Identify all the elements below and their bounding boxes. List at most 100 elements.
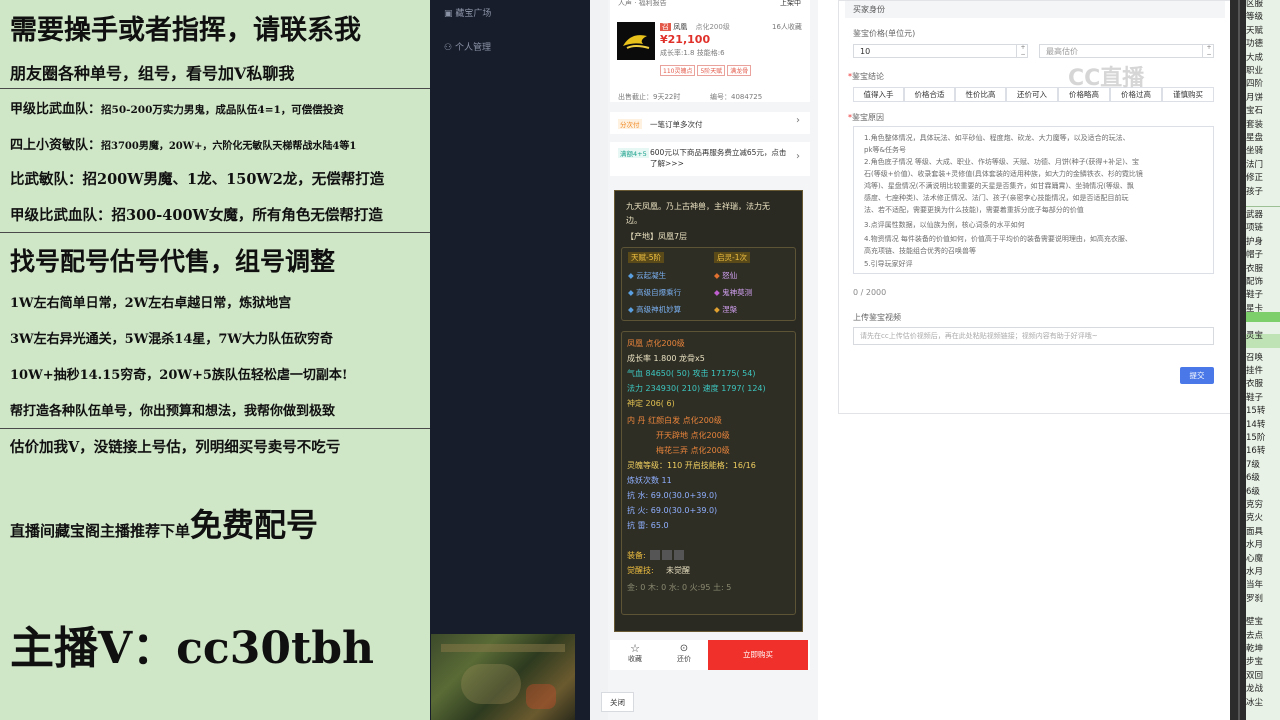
seller-info: 人声 · 福利报告 [618, 0, 667, 7]
discount-row[interactable]: 满额4+5 600元以下商品再服务费立减65元，点击了解>>> › [610, 142, 810, 176]
sheet-cell[interactable]: 7级 [1246, 458, 1260, 470]
sheet-cell[interactable]: 鞋子 [1246, 391, 1263, 403]
sheet-cell[interactable]: 乾坤 [1246, 642, 1263, 654]
conclusion-chip[interactable]: 谨慎购买 [1162, 87, 1214, 102]
awaken-label: 觉醒技: [627, 566, 654, 575]
sheet-cell[interactable]: 法门 [1246, 158, 1263, 170]
sheet-cell[interactable]: 心魔 [1246, 552, 1263, 564]
reason-label: *鉴宝原因 [848, 112, 884, 123]
conclusion-chip[interactable]: 价格合适 [904, 87, 955, 102]
sheet-cell[interactable]: 克火 [1246, 511, 1263, 523]
sheet-cell[interactable]: 区服 [1246, 0, 1263, 9]
game-scene [526, 684, 556, 709]
sheet-cell[interactable]: 功德 [1246, 37, 1263, 49]
sheet-cell[interactable]: 水月 [1246, 565, 1263, 577]
max-price-input[interactable]: 最高估价 [1039, 44, 1214, 58]
placeholder-line: 高充项链、技能组合优秀的召唤兽等 [864, 247, 976, 255]
sheet-cell[interactable]: 星盘 [1246, 131, 1263, 143]
sheet-cell[interactable]: 水月 [1246, 538, 1263, 550]
conclusion-chip[interactable]: 值得入手 [853, 87, 904, 102]
divider [0, 232, 430, 233]
close-button[interactable]: 关闭 [601, 692, 634, 712]
sheet-cell[interactable]: 护身 [1246, 235, 1263, 247]
sheet-cell[interactable]: 壁宝 [1246, 615, 1263, 627]
sidebar-item-personal[interactable]: ⚇ 个人管理 [444, 40, 491, 53]
sheet-cell[interactable]: 面具 [1246, 525, 1263, 537]
sheet-cell[interactable]: 项链 [1246, 221, 1263, 233]
bargain-label: 还价 [677, 655, 691, 663]
sidebar-item-square[interactable]: ▣ 藏宝广场 [444, 6, 491, 19]
sheet-cell[interactable]: 衣服 [1246, 377, 1263, 389]
char-counter: 0 / 2000 [853, 288, 887, 297]
chevron-right-icon: › [796, 151, 800, 162]
sheet-cell[interactable]: 坐骑 [1246, 144, 1263, 156]
sheet-cell[interactable]: 职业 [1246, 64, 1263, 76]
promo-line-head: 四上小资敏队： [10, 138, 102, 153]
stat-calm: 神定 206( 6) [627, 399, 675, 408]
sheet-cell[interactable]: 15阶 [1246, 431, 1265, 443]
sheet-cell[interactable]: 16转 [1246, 444, 1265, 456]
sheet-cell[interactable]: 大成 [1246, 51, 1263, 63]
sheet-cell[interactable]: 召唤 [1246, 351, 1263, 363]
sheet-cell[interactable]: 当年 [1246, 578, 1263, 590]
sheet-cell[interactable]: 套装 [1246, 118, 1263, 130]
sheet-cell[interactable]: 等级 [1246, 10, 1263, 22]
price: ¥21,100 [660, 33, 711, 46]
stat-hp: 气血 84650( 50) 攻击 17175( 54) [627, 369, 756, 378]
video-link-input[interactable]: 请先在cc上传估价视频后，再在此处粘贴视频链接；视频内容有助于好评哦~ [853, 327, 1214, 345]
divider [0, 428, 430, 429]
sheet-cell[interactable]: 双回 [1246, 669, 1263, 681]
conclusion-chip[interactable]: 性价比高 [955, 87, 1006, 102]
sheet-cell[interactable]: 修正 [1246, 171, 1263, 183]
game-video-thumbnail[interactable] [431, 634, 575, 720]
bargain-button[interactable]: ⊙ 还价 [672, 643, 696, 664]
price-stepper[interactable]: + − [1016, 44, 1029, 58]
sheet-cell[interactable]: 四阶 [1246, 77, 1263, 89]
sheet-cell[interactable]: 孩子 [1246, 185, 1263, 197]
promo-line-small: 直播间藏宝阁主播推荐下单 [10, 522, 191, 540]
favorite-button[interactable]: ☆ 收藏 [624, 643, 646, 664]
sheet-cell[interactable]: 罗刹 [1246, 592, 1263, 604]
sheet-cell[interactable]: 帽子 [1246, 248, 1263, 260]
pet-description: 九天凤凰。乃上古神兽，主祥瑞，法力无 [626, 202, 770, 211]
max-price-stepper[interactable]: + − [1202, 44, 1215, 58]
pet-origin: 【产地】凤凰7层 [626, 232, 688, 241]
reason-textarea[interactable]: 1.角色整体情况，具体玩法、如平砂仙、程度炮、砍龙、大力魔等，以及适合的玩法、 … [853, 126, 1214, 274]
sheet-cell[interactable]: 14转 [1246, 418, 1265, 430]
sheet-cell[interactable]: 天赋 [1246, 24, 1263, 36]
sheet-cell[interactable]: 挂件 [1246, 364, 1263, 376]
equip-slot[interactable] [650, 550, 660, 560]
installment-row[interactable]: 分次付 一笔订单多次付 › [610, 112, 810, 134]
price-input[interactable]: 10 [853, 44, 1028, 58]
sheet-cell[interactable]: 月饼 [1246, 91, 1263, 103]
sheet-cell[interactable]: 龙战 [1246, 682, 1263, 694]
sheet-cell[interactable]: 宝石 [1246, 104, 1263, 116]
submit-button[interactable]: 提交 [1180, 367, 1214, 384]
sheet-cell[interactable]: 15转 [1246, 404, 1265, 416]
skill: ◆ 怒仙 [714, 270, 737, 281]
sheet-cell[interactable]: 去点 [1246, 629, 1263, 641]
product-card[interactable]: 人声 · 福利报告 上架中 召 凤凰 点化200级 16人收藏 ¥21,100 … [610, 0, 810, 102]
sheet-cell[interactable]: 灵宝 [1246, 329, 1263, 341]
conclusion-chip[interactable]: 还价可入 [1006, 87, 1058, 102]
equip-slot[interactable] [662, 550, 672, 560]
sheet-cell[interactable]: 6级 [1246, 471, 1260, 483]
sheet-cell[interactable]: 衣服 [1246, 262, 1263, 274]
tag: 5阶天赋 [697, 65, 726, 76]
sheet-cell[interactable]: 6级 [1246, 485, 1260, 497]
promo-tag: 分次付 [618, 119, 642, 129]
promo-panel: 需要操手或者指挥，请联系我 朋友圈各种单号，组号，看号加V私聊我 甲级比武血队：… [0, 0, 430, 720]
sheet-cell[interactable]: 冰尘 [1246, 696, 1263, 708]
sheet-cell[interactable]: 步宝 [1246, 655, 1263, 667]
promo-line: 估价加我V，没链接上号估，列明细买号卖号不吃亏 [10, 439, 341, 456]
sheet-cell[interactable]: 鞋子 [1246, 288, 1263, 300]
sheet-cell[interactable]: 配饰 [1246, 275, 1263, 287]
promo-line-head: 甲级比武血队： [10, 102, 102, 117]
sheet-cell[interactable]: 武器 [1246, 208, 1263, 220]
placeholder-line: pk等&任务号 [864, 146, 906, 154]
sheet-cell[interactable]: 克穷 [1246, 498, 1263, 510]
buy-now-button[interactable]: 立即购买 [708, 640, 808, 670]
sheet-cell[interactable]: 星卡 [1246, 302, 1263, 314]
equip-slot[interactable] [674, 550, 684, 560]
skill: ◆ 高级自爆乘行 [628, 287, 681, 298]
